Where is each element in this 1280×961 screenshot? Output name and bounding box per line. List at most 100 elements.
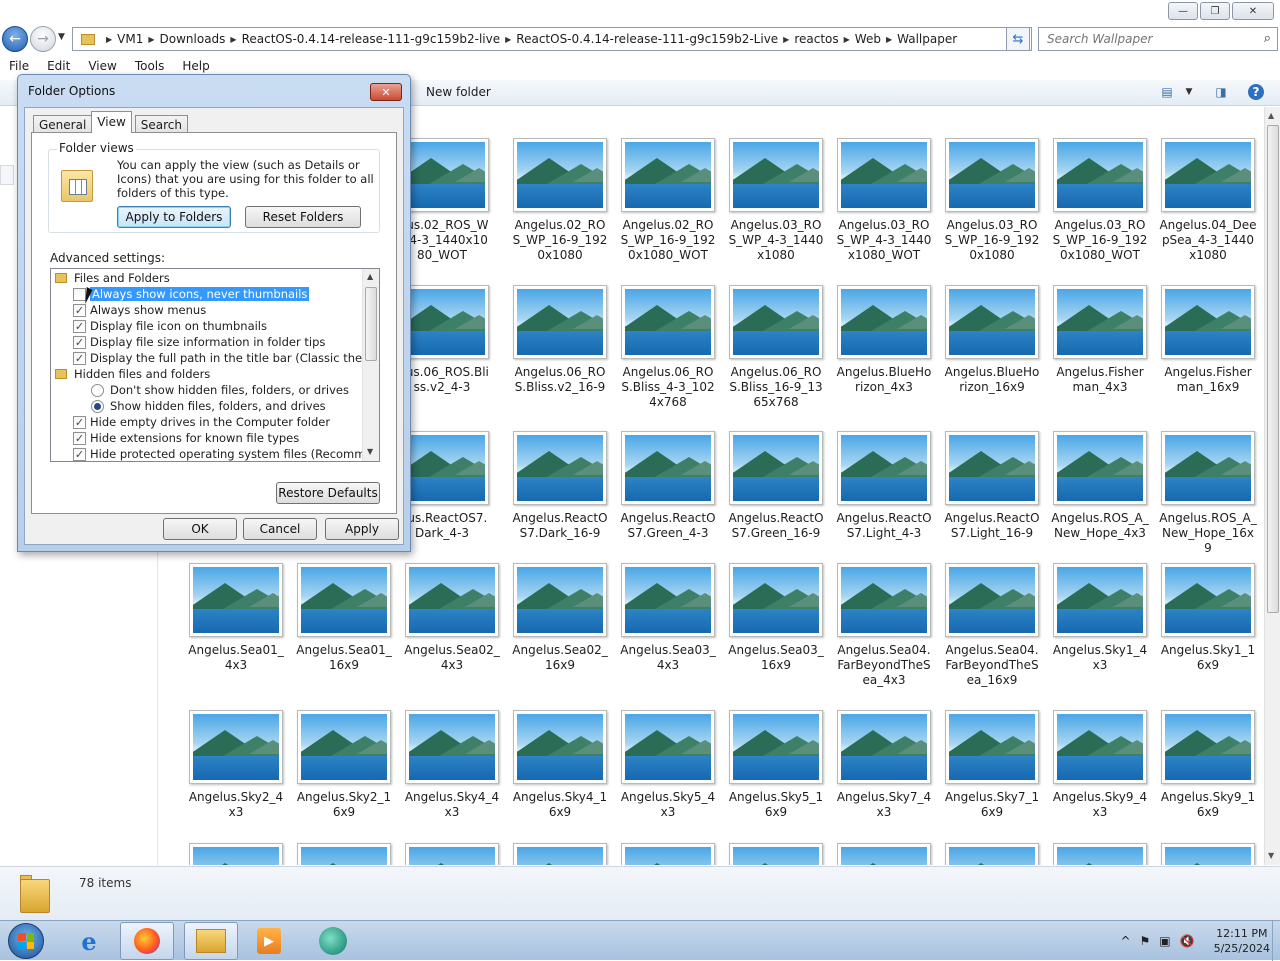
breadcrumb-item[interactable]: VM1 bbox=[117, 32, 143, 46]
setting-checkbox[interactable]: ✓ bbox=[73, 335, 86, 349]
breadcrumb-separator-icon[interactable]: ▶ bbox=[844, 35, 850, 44]
refresh-button[interactable]: ⇆ bbox=[1006, 27, 1030, 51]
file-item[interactable]: Angelus.03_ROS_WP_4-3_1440x1080_WOT bbox=[833, 138, 935, 263]
maximize-button[interactable]: ❐ bbox=[1200, 2, 1230, 20]
ok-button[interactable]: OK bbox=[163, 518, 237, 540]
scroll-up-icon[interactable]: ▲ bbox=[1268, 111, 1274, 120]
breadcrumb-separator-icon[interactable]: ▶ bbox=[148, 35, 154, 44]
navigation-pane-item[interactable] bbox=[0, 165, 14, 185]
setting-row[interactable]: ✓ Display the full path in the title bar … bbox=[73, 350, 379, 366]
file-item[interactable]: Angelus.Sky9_4x3 bbox=[1049, 710, 1151, 820]
file-item[interactable] bbox=[509, 843, 611, 865]
breadcrumb-item[interactable]: Web bbox=[855, 32, 881, 46]
forward-button[interactable]: → bbox=[30, 26, 56, 52]
file-item[interactable]: Angelus.06_ROS.Bliss.v2_16-9 bbox=[509, 285, 611, 395]
breadcrumb-separator-icon[interactable]: ▶ bbox=[783, 35, 789, 44]
reset-folders-button[interactable]: Reset Folders bbox=[245, 206, 361, 228]
tab-general[interactable]: General bbox=[33, 115, 93, 133]
help-icon[interactable]: ? bbox=[1248, 84, 1264, 100]
file-item[interactable]: Angelus.Fisherman_16x9 bbox=[1157, 285, 1259, 395]
scroll-thumb[interactable] bbox=[1267, 125, 1279, 613]
file-item[interactable]: Angelus.ReactOS7.Green_4-3 bbox=[617, 431, 719, 541]
setting-checkbox[interactable]: ✓ bbox=[73, 319, 86, 333]
search-input[interactable] bbox=[1045, 29, 1255, 49]
file-item[interactable]: Angelus.04_DeepSea_4-3_1440x1080 bbox=[1157, 138, 1259, 263]
setting-row[interactable]: ✓ Display file icon on thumbnails bbox=[73, 318, 267, 334]
file-item[interactable]: Angelus.ROS_A_New_Hope_16x9 bbox=[1157, 431, 1259, 556]
file-item[interactable]: Angelus.ReactOS7.Green_16-9 bbox=[725, 431, 827, 541]
clock[interactable]: 12:11 PM 5/25/2024 bbox=[1214, 926, 1270, 956]
search-icon[interactable]: ⌕ bbox=[1264, 31, 1271, 46]
scroll-down-icon[interactable]: ▼ bbox=[367, 447, 373, 456]
taskbar-explorer[interactable] bbox=[184, 922, 238, 960]
file-item[interactable]: Angelus.02_ROS_WP_16-9_1920x1080_WOT bbox=[617, 138, 719, 263]
cancel-button[interactable]: Cancel bbox=[243, 518, 317, 540]
search-box[interactable]: ⌕ bbox=[1038, 27, 1278, 51]
file-item[interactable]: Angelus.Sea04.FarBeyondTheSea_4x3 bbox=[833, 563, 935, 688]
file-item[interactable]: Angelus.Sky9_16x9 bbox=[1157, 710, 1259, 820]
show-hidden-icons[interactable]: ^ bbox=[1120, 934, 1130, 948]
taskbar-media-player[interactable]: ▶ bbox=[242, 922, 296, 960]
breadcrumb-item[interactable]: ReactOS-0.4.14-release-111-g9c159b2-live bbox=[242, 32, 501, 46]
file-item[interactable]: Angelus.Sky7_4x3 bbox=[833, 710, 935, 820]
file-item[interactable] bbox=[617, 843, 719, 865]
file-item[interactable]: Angelus.Fisherman_4x3 bbox=[1049, 285, 1151, 395]
breadcrumb-separator-icon[interactable]: ▶ bbox=[886, 35, 892, 44]
vertical-scrollbar[interactable]: ▲ ▼ bbox=[1264, 107, 1280, 865]
setting-row[interactable]: Don't show hidden files, folders, or dri… bbox=[91, 382, 349, 398]
setting-radio[interactable] bbox=[91, 383, 104, 397]
setting-row[interactable]: Show hidden files, folders, and drives bbox=[91, 398, 326, 414]
advanced-settings-list[interactable]: Files and Folders Always show icons, neve… bbox=[50, 268, 380, 462]
apply-button[interactable]: Apply bbox=[325, 518, 399, 540]
minimize-button[interactable]: — bbox=[1168, 2, 1198, 20]
setting-checkbox[interactable]: ✓ bbox=[73, 431, 86, 445]
taskbar-reactos-app[interactable] bbox=[306, 922, 360, 960]
change-view-icon[interactable]: ▤ bbox=[1158, 84, 1176, 100]
view-dropdown-icon[interactable]: ▼ bbox=[1180, 84, 1198, 100]
setting-checkbox[interactable] bbox=[73, 287, 86, 301]
file-item[interactable]: Angelus.Sea02_16x9 bbox=[509, 563, 611, 673]
file-item[interactable]: Angelus.ReactOS7.Light_16-9 bbox=[941, 431, 1043, 541]
restore-defaults-button[interactable]: Restore Defaults bbox=[276, 482, 380, 504]
file-item[interactable] bbox=[1157, 843, 1259, 865]
scroll-down-icon[interactable]: ▼ bbox=[1268, 851, 1274, 860]
file-item[interactable]: Angelus.Sky2_16x9 bbox=[293, 710, 395, 820]
file-item[interactable]: Angelus.Sky1_4x3 bbox=[1049, 563, 1151, 673]
file-item[interactable]: Angelus.Sky5_4x3 bbox=[617, 710, 719, 820]
close-button[interactable]: ✕ bbox=[1232, 2, 1274, 20]
file-item[interactable]: Angelus.Sky4_4x3 bbox=[401, 710, 503, 820]
file-item[interactable] bbox=[725, 843, 827, 865]
file-item[interactable]: Angelus.Sea01_16x9 bbox=[293, 563, 395, 673]
file-item[interactable]: Angelus.BlueHorizon_16x9 bbox=[941, 285, 1043, 395]
scroll-thumb[interactable] bbox=[365, 287, 377, 361]
dialog-close-button[interactable]: ✕ bbox=[370, 83, 402, 101]
setting-checkbox[interactable]: ✓ bbox=[73, 351, 86, 365]
breadcrumb-item[interactable]: reactos bbox=[794, 32, 838, 46]
file-item[interactable] bbox=[401, 843, 503, 865]
breadcrumb-separator-icon[interactable]: ▶ bbox=[230, 35, 236, 44]
network-icon[interactable]: ▣ bbox=[1159, 934, 1170, 948]
setting-checkbox[interactable]: ✓ bbox=[73, 447, 86, 461]
file-item[interactable]: Angelus.03_ROS_WP_16-9_1920x1080 bbox=[941, 138, 1043, 263]
file-item[interactable]: Angelus.Sea03_16x9 bbox=[725, 563, 827, 673]
breadcrumb-item[interactable]: Downloads bbox=[160, 32, 226, 46]
address-bar[interactable]: ▶ VM1 ▶ Downloads ▶ ReactOS-0.4.14-release-11… bbox=[72, 27, 1032, 51]
setting-radio[interactable] bbox=[91, 399, 104, 413]
apply-to-folders-button[interactable]: Apply to Folders bbox=[117, 206, 231, 228]
breadcrumb-item[interactable]: ReactOS-0.4.14-release-111-g9c159b2-Live bbox=[516, 32, 778, 46]
scroll-up-icon[interactable]: ▲ bbox=[367, 272, 373, 281]
file-item[interactable]: Angelus.ROS_A_New_Hope_4x3 bbox=[1049, 431, 1151, 541]
file-item[interactable]: Angelus.03_ROS_WP_4-3_1440x1080 bbox=[725, 138, 827, 263]
show-desktop-button[interactable] bbox=[1272, 921, 1280, 961]
breadcrumb-separator-icon[interactable]: ▶ bbox=[106, 35, 112, 44]
file-item[interactable] bbox=[941, 843, 1043, 865]
setting-row[interactable]: Always show icons, never thumbnails bbox=[73, 286, 310, 302]
setting-row[interactable]: ✓ Hide protected operating system files (… bbox=[73, 446, 379, 461]
file-item[interactable]: Angelus.BlueHorizon_4x3 bbox=[833, 285, 935, 395]
file-item[interactable] bbox=[1049, 843, 1151, 865]
file-item[interactable] bbox=[185, 843, 287, 865]
file-item[interactable]: Angelus.Sky2_4x3 bbox=[185, 710, 287, 820]
volume-muted-icon[interactable]: 🔇 bbox=[1180, 934, 1195, 948]
file-item[interactable] bbox=[833, 843, 935, 865]
file-item[interactable]: Angelus.Sea03_4x3 bbox=[617, 563, 719, 673]
